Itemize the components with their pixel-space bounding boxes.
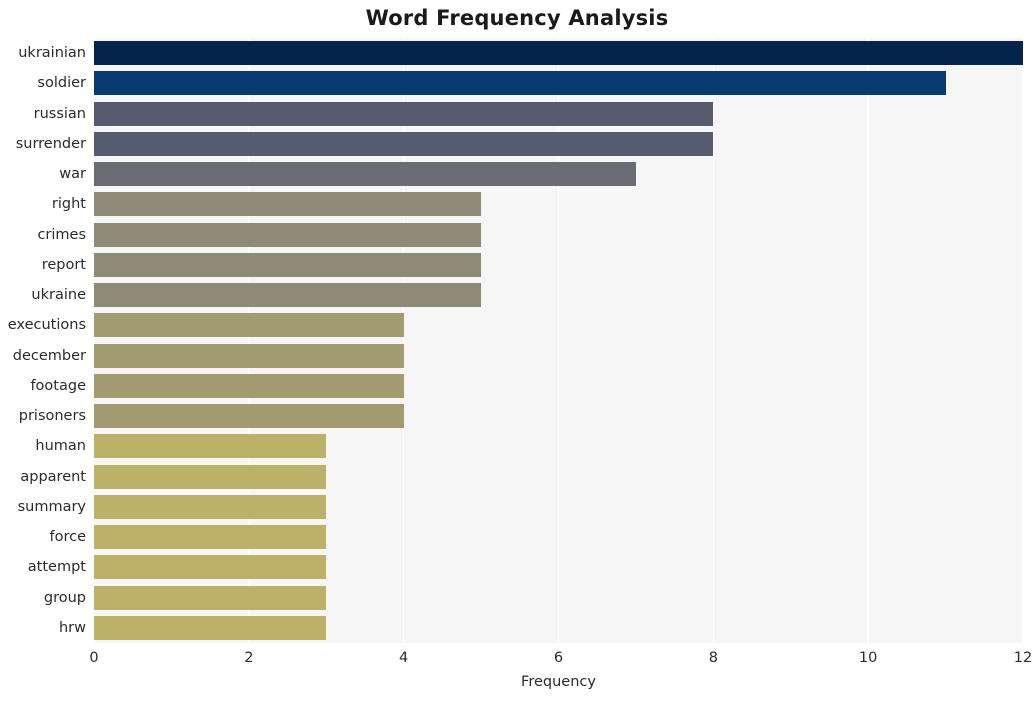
x-tick-label-12: 12 bbox=[1013, 650, 1033, 666]
bar-hrw bbox=[94, 615, 327, 640]
bar-footage bbox=[94, 373, 404, 398]
bar-row bbox=[94, 192, 1023, 217]
bar-right bbox=[94, 192, 482, 217]
y-tick-label-executions: executions bbox=[7, 317, 86, 334]
bar-war bbox=[94, 162, 636, 187]
bar-row bbox=[94, 525, 1023, 550]
x-tick-label-4: 4 bbox=[399, 650, 409, 666]
gridline-vertical bbox=[712, 38, 715, 643]
y-tick-label-group: group bbox=[43, 589, 86, 606]
x-tick-label-2: 2 bbox=[244, 650, 254, 666]
y-tick-label-summary: summary bbox=[17, 498, 86, 515]
gridline-vertical bbox=[248, 38, 250, 643]
word-frequency-chart: Word Frequency Analysis ukrainian soldier… bbox=[0, 0, 1034, 701]
y-tick-label-surrender: surrender bbox=[15, 135, 86, 152]
y-axis-labels: ukrainian soldier russian surrender war right… bbox=[0, 38, 86, 643]
x-tick-label-0: 0 bbox=[89, 650, 99, 666]
bar-december bbox=[94, 343, 404, 368]
bar-ukraine bbox=[94, 283, 482, 308]
gridline-vertical bbox=[1022, 38, 1023, 643]
bar-row bbox=[94, 434, 1023, 459]
bar-report bbox=[94, 252, 482, 277]
bar-russian bbox=[94, 101, 714, 126]
y-tick-label-right: right bbox=[51, 196, 86, 213]
bar-crimes bbox=[94, 222, 482, 247]
bar-row bbox=[94, 41, 1023, 66]
bar-row bbox=[94, 464, 1023, 489]
bar-force bbox=[94, 525, 327, 550]
y-tick-label-crimes: crimes bbox=[37, 226, 86, 243]
y-tick-label-force: force bbox=[49, 529, 86, 546]
bar-attempt bbox=[94, 555, 327, 580]
y-tick-label-soldier: soldier bbox=[37, 75, 86, 92]
bar-ukrainian bbox=[94, 41, 1023, 66]
bar-apparent bbox=[94, 464, 327, 489]
bar-row bbox=[94, 162, 1023, 187]
y-tick-label-ukraine: ukraine bbox=[31, 287, 86, 304]
bar-row bbox=[94, 373, 1023, 398]
bar-row bbox=[94, 343, 1023, 368]
y-tick-label-prisoners: prisoners bbox=[18, 408, 86, 425]
bar-surrender bbox=[94, 131, 714, 156]
bar-row bbox=[94, 283, 1023, 308]
x-axis-label: Frequency bbox=[521, 674, 596, 690]
y-tick-label-ukrainian: ukrainian bbox=[18, 45, 86, 62]
y-tick-label-apparent: apparent bbox=[20, 468, 86, 485]
bar-row bbox=[94, 71, 1023, 96]
bar-group bbox=[94, 585, 327, 610]
y-tick-label-report: report bbox=[41, 256, 86, 273]
y-tick-label-december: december bbox=[12, 347, 86, 364]
chart-title: Word Frequency Analysis bbox=[365, 6, 669, 30]
bar-row bbox=[94, 101, 1023, 126]
bar-row bbox=[94, 494, 1023, 519]
bar-row bbox=[94, 404, 1023, 429]
y-tick-label-hrw: hrw bbox=[58, 619, 86, 636]
y-tick-label-war: war bbox=[59, 166, 86, 183]
x-tick-label-6: 6 bbox=[553, 650, 564, 666]
gridline-vertical bbox=[94, 38, 95, 643]
y-tick-label-human: human bbox=[35, 438, 86, 455]
y-tick-label-attempt: attempt bbox=[27, 559, 86, 576]
bar-executions bbox=[94, 313, 404, 338]
plot-area bbox=[94, 38, 1023, 643]
bar-row bbox=[94, 555, 1023, 580]
x-tick-label-8: 8 bbox=[708, 650, 718, 666]
bar-soldier bbox=[94, 71, 946, 96]
x-axis-ticks: 0 2 4 6 8 10 12 bbox=[89, 650, 1032, 672]
gridline-vertical bbox=[402, 38, 405, 643]
bar-row bbox=[94, 131, 1023, 156]
gridline-vertical bbox=[557, 38, 560, 643]
bar-summary bbox=[94, 494, 327, 519]
gridline-vertical bbox=[867, 38, 869, 643]
bar-row bbox=[94, 252, 1023, 277]
y-tick-label-russian: russian bbox=[33, 105, 86, 122]
bar-prisoners bbox=[94, 404, 404, 429]
bar-row bbox=[94, 222, 1023, 247]
bar-human bbox=[94, 434, 327, 459]
y-tick-label-footage: footage bbox=[30, 377, 86, 394]
bar-row bbox=[94, 615, 1023, 640]
bar-row bbox=[94, 585, 1023, 610]
x-tick-label-10: 10 bbox=[858, 650, 878, 666]
bar-row bbox=[94, 313, 1023, 338]
